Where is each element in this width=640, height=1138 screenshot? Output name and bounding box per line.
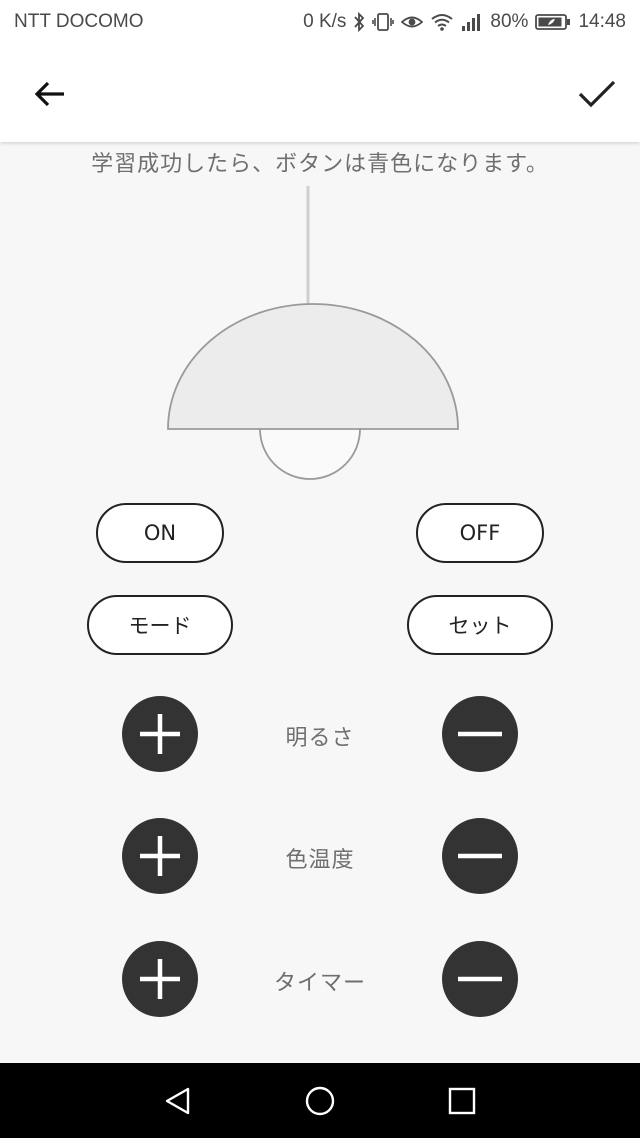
app-bar (0, 44, 640, 142)
back-button[interactable] (26, 70, 74, 118)
on-button[interactable]: ON (96, 503, 224, 563)
minus-icon (458, 731, 502, 737)
nav-recent-icon (448, 1087, 476, 1115)
minus-icon (458, 853, 502, 859)
status-bar: NTT DOCOMO 0 K/s 80% 14:48 (0, 0, 640, 44)
off-button[interactable]: OFF (416, 503, 544, 563)
minus-icon (458, 976, 502, 982)
clock: 14:48 (578, 11, 626, 32)
brightness-label: 明るさ (285, 726, 355, 751)
timer-label: タイマー (273, 971, 366, 996)
bluetooth-icon (353, 12, 365, 32)
nav-recent-button[interactable] (442, 1081, 482, 1121)
arrow-left-icon (26, 81, 74, 122)
plus-icon (140, 714, 180, 754)
battery-icon (535, 13, 571, 31)
carrier-label: NTT DOCOMO (14, 11, 144, 32)
color-temp-label: 色温度 (285, 848, 355, 873)
checkmark-icon (572, 80, 620, 122)
mode-button[interactable]: モード (87, 595, 233, 655)
color-temp-plus-button[interactable] (122, 818, 198, 894)
system-nav-bar (0, 1063, 640, 1138)
learning-hint: 学習成功したら、ボタンは青色になります。 (91, 152, 549, 177)
brightness-minus-button[interactable] (442, 696, 518, 772)
nav-back-icon (165, 1087, 190, 1115)
signal-icon (461, 12, 483, 32)
network-speed: 0 K/s (303, 11, 347, 32)
timer-minus-button[interactable] (442, 941, 518, 1017)
nav-back-button[interactable] (158, 1081, 198, 1121)
plus-icon (140, 959, 180, 999)
set-button[interactable]: セット (407, 595, 553, 655)
ceiling-lamp-illustration (160, 184, 470, 484)
nav-home-button[interactable] (300, 1081, 340, 1121)
confirm-button[interactable] (572, 70, 620, 118)
battery-percent: 80% (490, 11, 529, 32)
status-icons: 0 K/s 80% 14:48 (303, 11, 626, 33)
vibrate-icon (372, 12, 395, 32)
wifi-icon (430, 12, 454, 32)
nav-home-icon (305, 1086, 335, 1116)
color-temp-minus-button[interactable] (442, 818, 518, 894)
timer-plus-button[interactable] (122, 941, 198, 1017)
screen: NTT DOCOMO 0 K/s 80% 14:48 学習成功したら、ボタンは青… (0, 0, 640, 1138)
brightness-plus-button[interactable] (122, 696, 198, 772)
plus-icon (140, 836, 180, 876)
eye-comfort-icon (401, 13, 424, 31)
